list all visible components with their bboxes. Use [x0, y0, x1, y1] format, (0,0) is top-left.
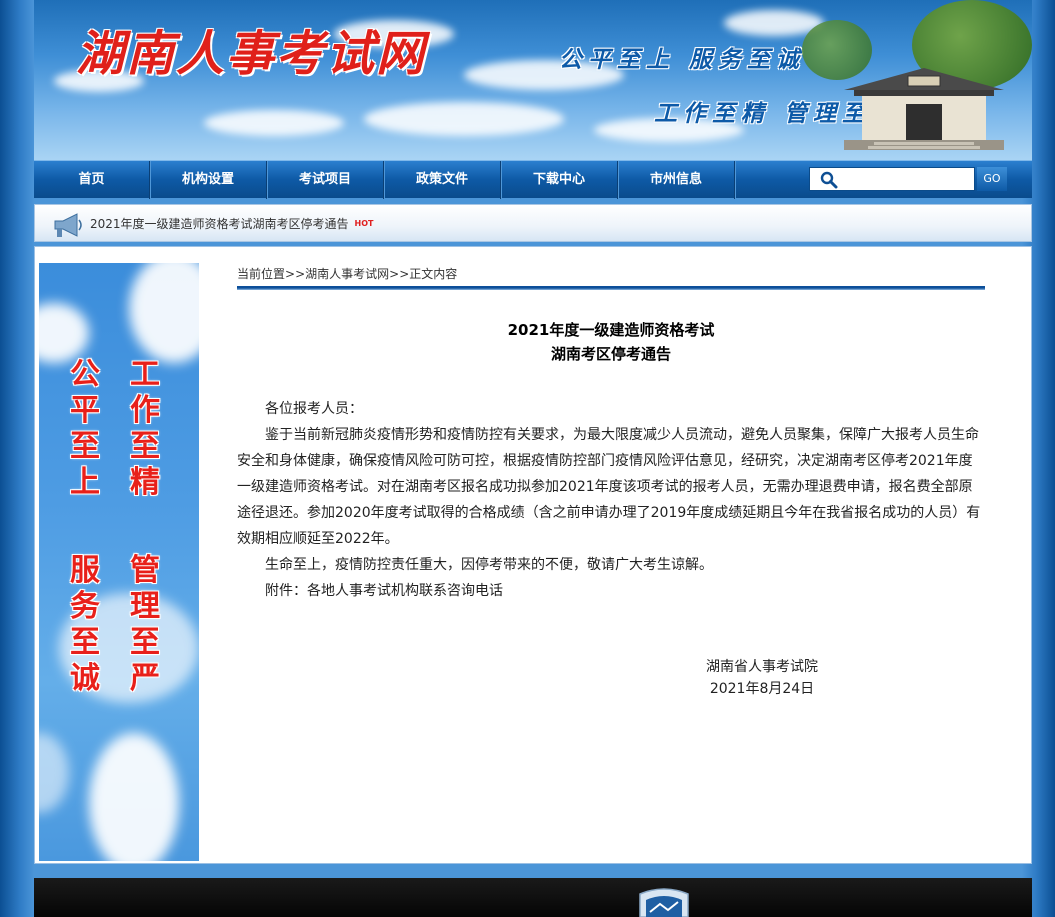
search-icon: [820, 171, 838, 189]
signer-name: 湖南省人事考试院: [706, 659, 818, 675]
ticker-news-title[interactable]: 2021年度一级建造师资格考试湖南考区停考通告: [90, 217, 349, 231]
slogan-char: 精: [130, 465, 160, 500]
breadcrumb-separator: >>: [285, 267, 306, 281]
slogan-char: 上: [70, 465, 100, 500]
ticker-news-link[interactable]: 2021年度一级建造师资格考试湖南考区停考通告 HOT: [90, 215, 374, 232]
slogan-char: 公: [70, 357, 100, 392]
article-paragraph: 鉴于当前新冠肺炎疫情形势和疫情防控有关要求，为最大限度减少人员流动，避免人员聚集…: [237, 427, 981, 547]
breadcrumb-divider: [237, 286, 985, 290]
slogan-char: 严: [130, 661, 160, 696]
slogan-char: 工: [130, 357, 160, 392]
nav-item-exam-projects[interactable]: 考试项目: [267, 160, 384, 199]
slogan-char: 作: [130, 393, 160, 428]
article-body: 各位报考人员： 鉴于当前新冠肺炎疫情形势和疫情防控有关要求，为最大限度减少人员流…: [237, 396, 985, 604]
article-attachment-link[interactable]: 附件：各地人事考试机构联系咨询电话: [237, 578, 985, 604]
cloud-decoration: [89, 733, 179, 861]
megaphone-icon: [54, 213, 82, 237]
article-signature: 湖南省人事考试院 2021年8月24日: [237, 656, 985, 704]
cloud-decoration: [364, 102, 564, 136]
news-ticker: 2021年度一级建造师资格考试湖南考区停考通告 HOT: [34, 204, 1032, 242]
article-title-line: 2021年度一级建造师资格考试: [507, 321, 715, 339]
slogan-char: 理: [130, 589, 160, 624]
breadcrumb-site-link[interactable]: 湖南人事考试网: [305, 267, 389, 281]
slogan-column: 公 平 至 上: [65, 357, 105, 501]
header-banner: 湖南人事考试网 公平至上 服务至诚 工作至精 管理至严: [34, 0, 1032, 160]
nav-item-download-center[interactable]: 下载中心: [501, 160, 618, 199]
slogan-line-1: 公平至上 服务至诚: [559, 46, 806, 73]
nav-item-policy-documents[interactable]: 政策文件: [384, 160, 501, 199]
slogan-char: 平: [70, 393, 100, 428]
slogan-char: 至: [130, 625, 160, 660]
search-input[interactable]: [844, 170, 970, 188]
slogan-char: 诚: [70, 661, 100, 696]
article-title-line: 湖南考区停考通告: [550, 345, 671, 363]
page-wrapper: 湖南人事考试网 公平至上 服务至诚 工作至精 管理至严 首页 机构设置 考试项目…: [34, 0, 1032, 917]
article-title: 2021年度一级建造师资格考试 湖南考区停考通告: [237, 318, 985, 366]
breadcrumb: 当前位置>>湖南人事考试网>>正文内容: [237, 265, 985, 286]
article-paragraph: 生命至上，疫情防控责任重大，因停考带来的不便，敬请广大考生谅解。: [265, 557, 713, 573]
pavilion-gate-image: [844, 68, 1004, 150]
breadcrumb-label: 当前位置: [237, 267, 286, 281]
site-title-logo[interactable]: 湖南人事考试网: [76, 14, 426, 84]
nav-item-home[interactable]: 首页: [34, 160, 150, 199]
slogan-char: 管: [130, 553, 160, 588]
main-nav: 首页 机构设置 考试项目 政策文件 下载中心 市州信息 GO: [34, 160, 1032, 199]
search-box: [809, 167, 975, 191]
slogan-char: 务: [70, 589, 100, 624]
slogan-char: 至: [130, 429, 160, 464]
cloud-decoration: [39, 733, 69, 813]
nav-item-city-info[interactable]: 市州信息: [618, 160, 735, 199]
slogan-char: 服: [70, 553, 100, 588]
footer-bar: [34, 878, 1032, 917]
breadcrumb-separator: >>: [389, 267, 410, 281]
cloud-decoration: [129, 263, 199, 363]
sidebar-slogan-panel: 公 平 至 上 工 作 至 精 服 务 至 诚 管 理 至 严: [39, 263, 199, 861]
slogan-char: 至: [70, 429, 100, 464]
hot-badge: HOT: [354, 219, 374, 228]
emblem-icon: [639, 888, 689, 917]
slogan-char: 至: [70, 625, 100, 660]
slogan-column: 工 作 至 精: [125, 357, 165, 501]
cloud-decoration: [39, 303, 89, 363]
slogan-column: 服 务 至 诚: [65, 553, 105, 697]
article-container: 当前位置>>湖南人事考试网>>正文内容 2021年度一级建造师资格考试 湖南考区…: [237, 265, 985, 704]
article-greeting: 各位报考人员：: [265, 401, 363, 417]
main-content-area: 公 平 至 上 工 作 至 精 服 务 至 诚 管 理 至 严 当前位置>>湖南…: [34, 246, 1032, 864]
signature-date: 2021年8月24日: [709, 681, 815, 697]
slogan-column: 管 理 至 严: [125, 553, 165, 697]
cloud-decoration: [204, 110, 344, 136]
breadcrumb-current-page: 正文内容: [409, 267, 458, 281]
nav-item-organization[interactable]: 机构设置: [150, 160, 267, 199]
search-go-button[interactable]: GO: [977, 167, 1007, 191]
